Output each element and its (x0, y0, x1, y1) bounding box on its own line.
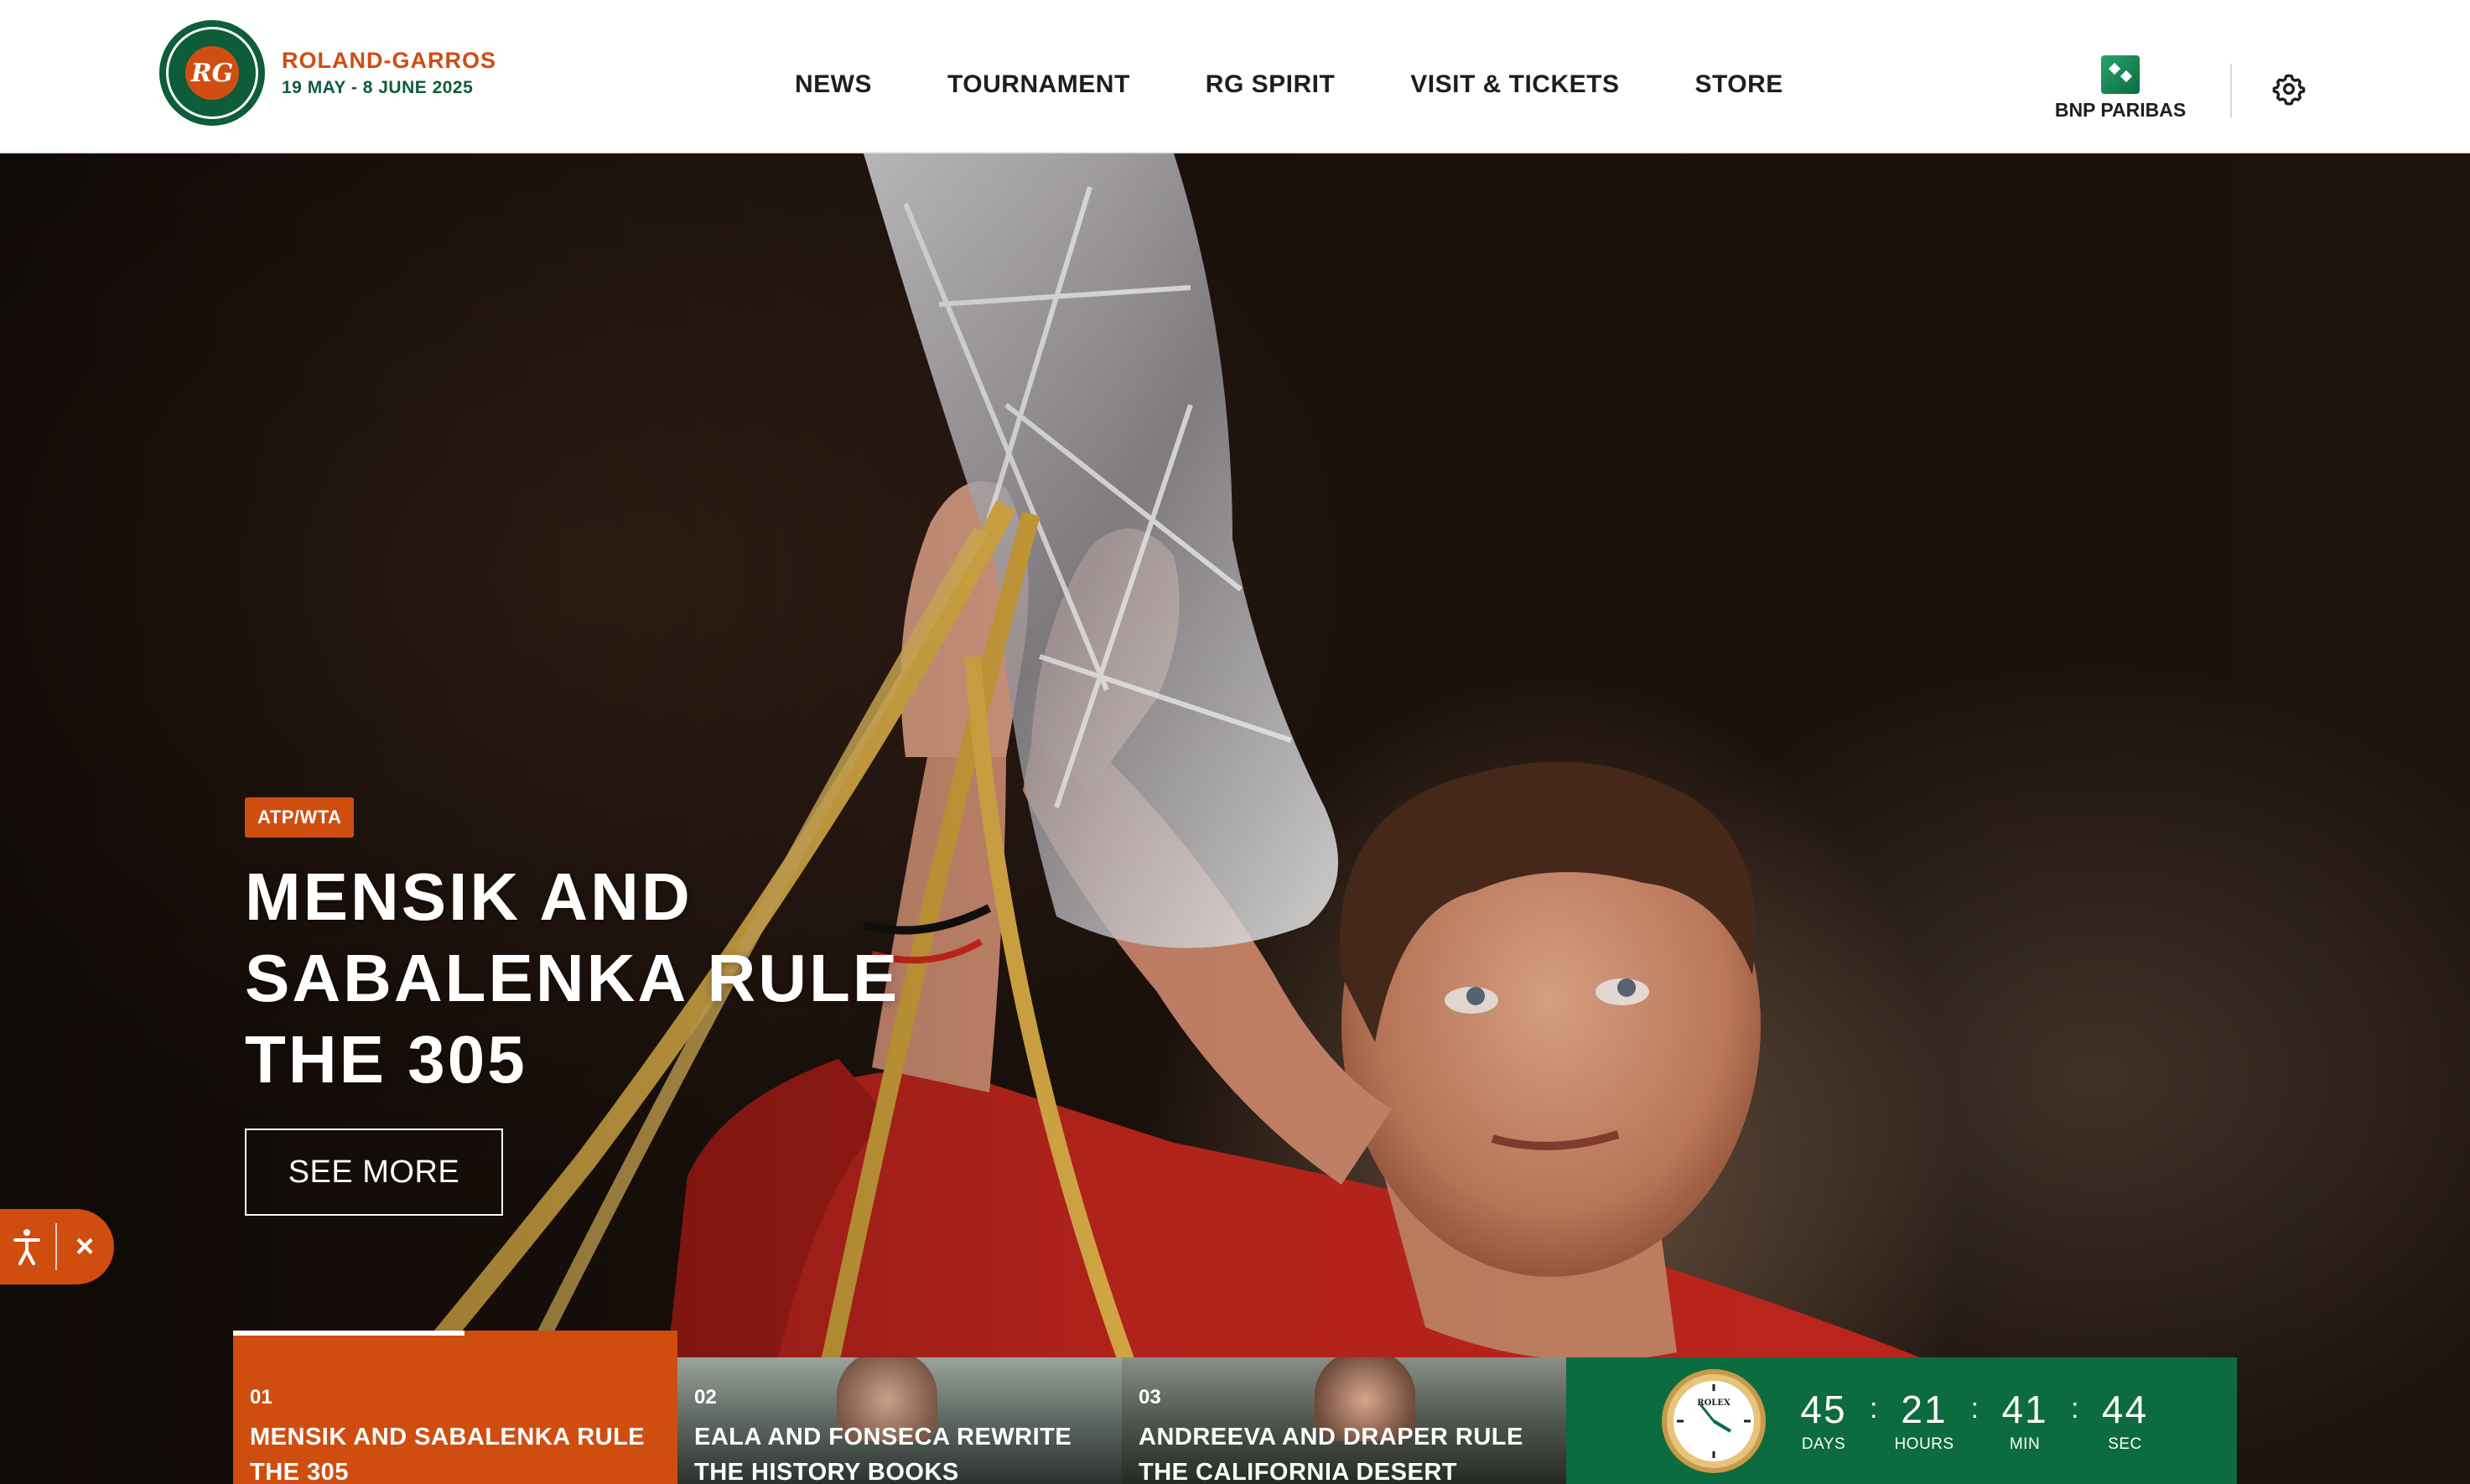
bnp-stars-icon (2101, 55, 2140, 94)
min-label: MIN (2009, 1435, 2041, 1453)
rolex-brand: ROLEX (1697, 1398, 1731, 1408)
nav-tournament[interactable]: TOURNAMENT (947, 70, 1130, 99)
rolex-countdown[interactable]: ROLEX 45 DAYS : 21 HOURS : 41 MIN : 44 S… (1566, 1357, 2237, 1484)
card-title: ANDREEVA AND DRAPER RULE THE CALIFORNIA … (1139, 1424, 1523, 1484)
countdown-min: 41 MIN (1995, 1388, 2054, 1454)
countdown-separator: : (2071, 1392, 2079, 1424)
sponsor-name: BNP PARIBAS (2054, 99, 2187, 121)
nav-news[interactable]: NEWS (795, 70, 872, 99)
tournament-dates: 19 MAY - 8 JUNE 2025 (282, 78, 474, 97)
hero-banner: ATP/WTA MENSIK AND SABALENKA RULE THE 30… (0, 153, 2470, 1484)
sec-label: SEC (2108, 1435, 2142, 1453)
sec-value: 44 (2101, 1387, 2149, 1431)
countdown-separator: : (1970, 1392, 1980, 1424)
nav-store[interactable]: STORE (1694, 70, 1782, 99)
main-nav: NEWS TOURNAMENT RG SPIRIT VISIT & TICKET… (795, 70, 1783, 99)
roland-garros-logo[interactable]: RG ROLAND-GARROS 19 MAY - 8 JUNE 2025 (159, 20, 496, 126)
carousel-card-1[interactable]: 01 MENSIK AND SABALENKA RULE THE 305 (233, 1331, 677, 1484)
close-icon[interactable]: × (75, 1231, 94, 1263)
countdown-separator: : (1870, 1392, 1878, 1424)
carousel-card-2[interactable]: 02 EALA AND FONSECA REWRITE THE HISTORY … (677, 1357, 1122, 1484)
see-more-button[interactable]: SEE MORE (245, 1129, 503, 1216)
sponsor-bnp-paribas[interactable]: BNP PARIBAS (2051, 55, 2190, 122)
rolex-clock-icon: ROLEX (1662, 1368, 1766, 1473)
hours-label: HOURS (1894, 1435, 1954, 1453)
carousel-progress-bar (233, 1331, 464, 1336)
days-value: 45 (1800, 1387, 1847, 1431)
site-header: RG ROLAND-GARROS 19 MAY - 8 JUNE 2025 NE… (0, 0, 2470, 153)
rg-badge-icon: RG (159, 20, 265, 126)
card-number: 01 (250, 1386, 272, 1409)
hero-title: MENSIK AND SABALENKA RULE THE 305 (245, 859, 900, 1097)
gear-icon (2272, 74, 2306, 106)
min-value: 41 (2001, 1387, 2048, 1431)
countdown-hours: 21 HOURS (1894, 1388, 1954, 1454)
settings-button[interactable] (2272, 72, 2306, 106)
hero-content: ATP/WTA MENSIK AND SABALENKA RULE THE 30… (245, 797, 1083, 1216)
card-title: MENSIK AND SABALENKA RULE THE 305 (250, 1424, 646, 1484)
countdown-sec: 44 SEC (2095, 1388, 2154, 1454)
accessibility-person-icon[interactable] (2, 1222, 52, 1272)
card-number: 03 (1139, 1386, 1161, 1409)
logo-title: ROLAND-GARROS (282, 48, 496, 73)
card-number: 02 (694, 1386, 717, 1409)
days-label: DAYS (1801, 1435, 1846, 1453)
carousel-card-3[interactable]: 03 ANDREEVA AND DRAPER RULE THE CALIFORN… (1122, 1357, 1566, 1484)
card-title: EALA AND FONSECA REWRITE THE HISTORY BOO… (694, 1424, 1072, 1484)
accessibility-widget: × (0, 1209, 114, 1284)
hours-value: 21 (1901, 1387, 1948, 1431)
header-divider (2230, 64, 2232, 117)
accessibility-divider (55, 1223, 57, 1270)
hero-category-tag[interactable]: ATP/WTA (245, 797, 355, 838)
news-carousel: 01 MENSIK AND SABALENKA RULE THE 305 02 … (233, 1331, 2237, 1484)
countdown-days: 45 DAYS (1794, 1388, 1853, 1454)
countdown-timer: 45 DAYS : 21 HOURS : 41 MIN : 44 SEC (1794, 1388, 2154, 1454)
nav-visit-tickets[interactable]: VISIT & TICKETS (1410, 70, 1619, 99)
nav-rg-spirit[interactable]: RG SPIRIT (1206, 70, 1336, 99)
